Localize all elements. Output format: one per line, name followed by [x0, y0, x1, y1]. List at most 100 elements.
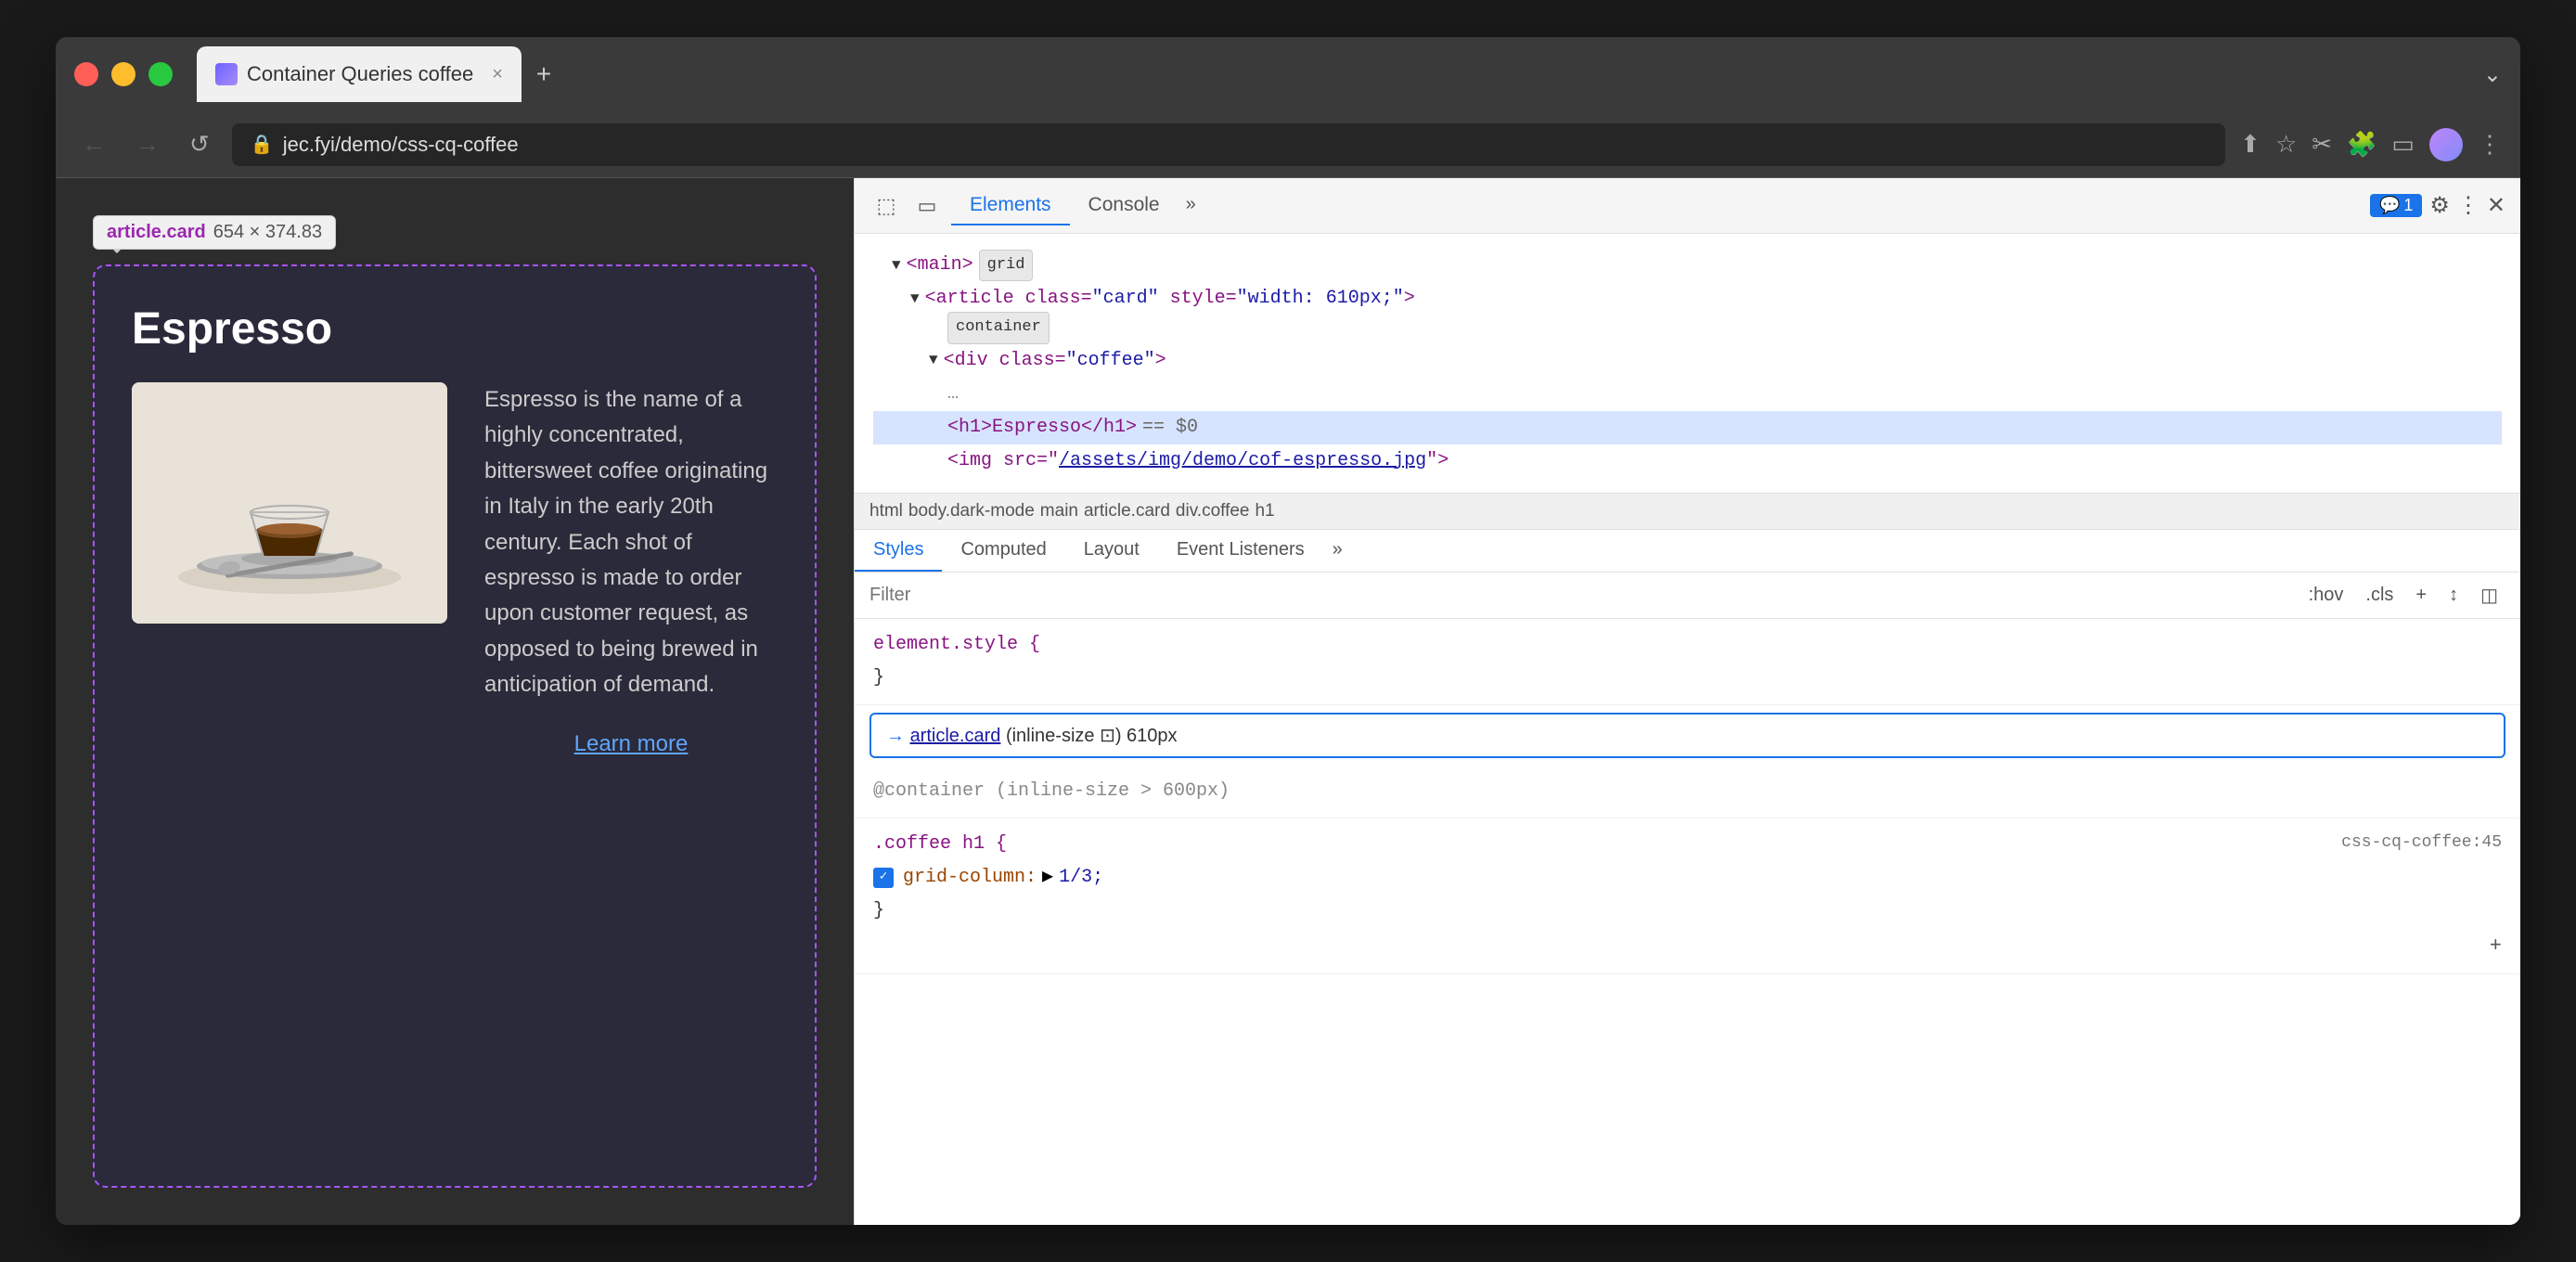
coffee-h1-selector: .coffee h1 { — [873, 828, 1007, 861]
card-container: Espresso — [93, 264, 817, 1188]
close-traffic-light[interactable] — [74, 62, 98, 86]
inspect-element-button[interactable]: ⬚ — [869, 189, 903, 223]
bookmark-icon[interactable]: ☆ — [2275, 130, 2297, 159]
expand-triangle: ▼ — [892, 252, 901, 279]
toggle-button[interactable]: ◫ — [2473, 580, 2505, 611]
prop-checkbox[interactable]: ✓ — [873, 868, 894, 888]
cls-filter-button[interactable]: .cls — [2358, 581, 2401, 610]
maximize-traffic-light[interactable] — [148, 62, 173, 86]
address-actions: ⬆ ☆ ✂ 🧩 ▭ ⋮ — [2240, 128, 2502, 161]
css-rules: element.style { } → article.card (inline… — [855, 619, 2520, 1225]
add-style-button[interactable]: + — [2408, 581, 2434, 610]
coffee-h1-rule: .coffee h1 { css-cq-coffee:45 ✓ grid-col… — [855, 818, 2520, 975]
active-tab[interactable]: Container Queries coffee × — [197, 46, 522, 102]
rule-selector: element.style { — [873, 628, 2502, 662]
breadcrumb-h1[interactable]: h1 — [1255, 501, 1274, 522]
format-button[interactable]: ↕ — [2441, 581, 2466, 610]
card-text: Espresso is the name of a highly concent… — [484, 382, 778, 703]
styles-tabs: Styles Computed Layout Event Listeners » — [855, 530, 2520, 573]
container-query-rule[interactable]: → article.card (inline-size ⊡) 610px — [869, 713, 2505, 758]
lock-icon: 🔒 — [251, 133, 274, 156]
breadcrumb-div[interactable]: div.coffee — [1176, 501, 1250, 522]
back-button[interactable]: ← — [74, 122, 113, 166]
tab-computed[interactable]: Computed — [942, 530, 1064, 572]
css-source[interactable]: css-cq-coffee:45 — [2341, 828, 2502, 861]
container-badge[interactable]: container — [947, 312, 1050, 344]
styles-filter-input[interactable] — [869, 585, 2286, 606]
dom-h1-line[interactable]: <h1>Espresso</h1> == $0 — [873, 411, 2502, 444]
chat-icon: 💬 — [2379, 196, 2400, 215]
inspect-icon: ⬚ — [877, 194, 896, 218]
device-mode-button[interactable]: ▭ — [910, 189, 944, 223]
settings-button[interactable]: ⚙ — [2429, 192, 2450, 219]
gear-icon: ⚙ — [2429, 193, 2450, 218]
card-description: Espresso is the name of a highly concent… — [484, 382, 778, 757]
card-title: Espresso — [132, 303, 778, 354]
breadcrumb-body[interactable]: body.dark-mode — [908, 501, 1035, 522]
devtools-menu-button[interactable]: ⋮ — [2457, 192, 2479, 219]
collapse-button[interactable]: ⌄ — [2483, 61, 2502, 88]
tab-event-listeners[interactable]: Event Listeners — [1158, 530, 1323, 572]
browser-window: Container Queries coffee × + ⌄ ← → ↺ 🔒 j… — [56, 37, 2520, 1225]
tab-favicon — [215, 63, 238, 85]
content-area: article.card 654 × 374.83 Espresso — [56, 178, 2520, 1225]
refresh-button[interactable]: ↺ — [182, 122, 217, 166]
learn-more-link[interactable]: Learn more — [484, 731, 778, 757]
menu-icon[interactable]: ⋮ — [2478, 130, 2502, 159]
rule-arrow: → — [886, 726, 905, 746]
url-text: jec.fyi/demo/css-cq-coffee — [283, 133, 519, 157]
styles-filter-bar: :hov .cls + ↕ ◫ — [855, 573, 2520, 619]
address-input[interactable]: 🔒 jec.fyi/demo/css-cq-coffee — [232, 123, 2225, 166]
dom-div-line[interactable]: ▼ <div class="coffee"> — [873, 344, 2502, 378]
notification-badge[interactable]: 💬 1 — [2370, 194, 2422, 217]
breadcrumb-html[interactable]: html — [869, 501, 903, 522]
forward-button[interactable]: → — [128, 122, 167, 166]
breadcrumb-main[interactable]: main — [1040, 501, 1078, 522]
css-prop-line: ✓ grid-column: ▶ 1/3; — [873, 861, 2502, 895]
rule-condition: (inline-size ⊡) 610px — [1006, 726, 1178, 746]
profile-avatar[interactable] — [2429, 128, 2463, 161]
notification-count: 1 — [2403, 196, 2413, 215]
tab-styles[interactable]: Styles — [855, 530, 942, 572]
breadcrumb-bar: html body.dark-mode main article.card di… — [855, 493, 2520, 530]
close-icon: ✕ — [2487, 193, 2505, 218]
extensions-icon[interactable]: 🧩 — [2347, 130, 2376, 159]
minimize-traffic-light[interactable] — [111, 62, 135, 86]
devtools-close-button[interactable]: ✕ — [2487, 192, 2505, 219]
devtools-tabs: Elements Console » — [951, 187, 2363, 225]
tab-layout[interactable]: Layout — [1065, 530, 1158, 572]
tab-bar: Container Queries coffee × + — [197, 46, 2468, 102]
styles-panel: Styles Computed Layout Event Listeners »… — [855, 530, 2520, 1225]
rule-selector-link[interactable]: article.card — [910, 726, 1001, 746]
address-bar: ← → ↺ 🔒 jec.fyi/demo/css-cq-coffee ⬆ ☆ ✂… — [56, 111, 2520, 178]
grid-badge[interactable]: grid — [979, 250, 1034, 282]
dom-article-line[interactable]: ▼ <article class="card" style="width: 61… — [873, 282, 2502, 316]
dom-img-line[interactable]: <img src="/assets/img/demo/cof-espresso.… — [873, 444, 2502, 478]
hov-filter-button[interactable]: :hov — [2301, 581, 2351, 610]
share-icon[interactable]: ⬆ — [2240, 130, 2260, 159]
tab-elements[interactable]: Elements — [951, 187, 1070, 225]
cut-icon[interactable]: ✂ — [2312, 130, 2332, 159]
more-tabs-button[interactable]: » — [1179, 187, 1204, 225]
dom-ellipsis-line: … — [873, 378, 2502, 411]
element-tooltip: article.card 654 × 374.83 — [93, 215, 336, 250]
element-style-rule: element.style { } — [855, 619, 2520, 705]
expand-triangle: ▼ — [929, 347, 938, 374]
tab-close-button[interactable]: × — [492, 64, 503, 85]
dom-main-line[interactable]: ▼ <main> grid — [873, 249, 2502, 282]
at-container-rule: @container (inline-size > 600px) — [855, 766, 2520, 818]
new-tab-button[interactable]: + — [529, 52, 559, 97]
card-body: Espresso is the name of a highly concent… — [132, 382, 778, 1149]
tab-console[interactable]: Console — [1070, 187, 1179, 225]
cast-icon[interactable]: ▭ — [2391, 130, 2415, 159]
breadcrumb-article[interactable]: article.card — [1084, 501, 1170, 522]
filter-actions: :hov .cls + ↕ ◫ — [2301, 580, 2505, 611]
devtools-header: ⬚ ▭ Elements Console » 💬 1 — [855, 178, 2520, 234]
devtools-panel: ⬚ ▭ Elements Console » 💬 1 — [854, 178, 2520, 1225]
tooltip-tag: article.card — [107, 222, 206, 243]
add-property-button[interactable]: + — [873, 928, 2502, 965]
title-bar: Container Queries coffee × + ⌄ — [56, 37, 2520, 111]
tooltip-size: 654 × 374.83 — [213, 222, 322, 243]
more-style-tabs[interactable]: » — [1323, 530, 1352, 572]
page-content: article.card 654 × 374.83 Espresso — [56, 178, 854, 1225]
